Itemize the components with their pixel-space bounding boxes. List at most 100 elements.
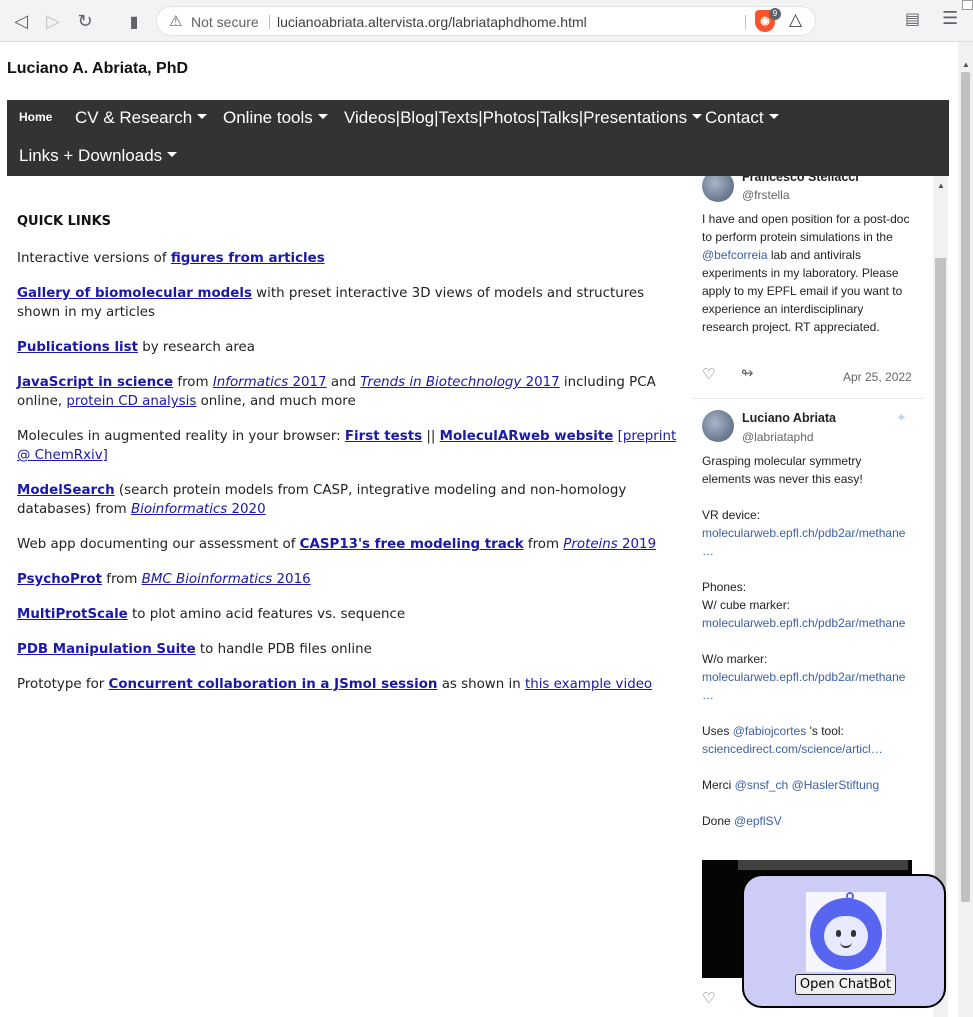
url-text[interactable]: lucianoabriata.altervista.org/labriataph…: [277, 14, 587, 30]
nav-label: Videos|Blog|Texts|Photos|Talks|Presentat…: [344, 108, 688, 127]
publications-link[interactable]: Publications list: [17, 340, 138, 355]
figures-link[interactable]: figures from articles: [171, 251, 325, 266]
ellipsis: …: [702, 688, 714, 702]
mention-link[interactable]: @HaslerStiftung: [792, 778, 880, 792]
back-icon[interactable]: ◁: [8, 8, 34, 34]
tweet-line: to perform protein simulations in the: [702, 230, 893, 244]
address-bar[interactable]: ⚠ Not secure lucianoabriata.altervista.o…: [156, 6, 816, 36]
nav-label: Contact: [705, 108, 764, 127]
year: 2017: [521, 375, 560, 390]
nav-home[interactable]: Home: [19, 110, 52, 124]
paragraph-jsmol: Prototype for Concurrent collaboration i…: [17, 675, 689, 694]
robot-mouth: [840, 942, 852, 948]
open-chatbot-button[interactable]: Open ChatBot: [795, 974, 896, 995]
brave-rewards-icon[interactable]: △: [789, 10, 802, 30]
first-tests-link[interactable]: First tests: [345, 429, 422, 444]
window-edge: [962, 0, 973, 10]
bmc-link[interactable]: BMC Bioinformatics 2016: [142, 572, 311, 587]
tweet-line: experiments in my laboratory. Please: [702, 266, 899, 280]
tweet-link[interactable]: sciencedirect.com/science/articl…: [702, 740, 917, 758]
text: Uses: [702, 724, 733, 738]
separator: [269, 15, 270, 29]
javascript-link[interactable]: JavaScript in science: [17, 375, 173, 390]
pdb-suite-link[interactable]: PDB Manipulation Suite: [17, 642, 196, 657]
site-title: Luciano A. Abriata, PhD: [7, 60, 189, 77]
nav-media[interactable]: Videos|Blog|Texts|Photos|Talks|Presentat…: [344, 108, 703, 128]
bioinformatics-link[interactable]: Bioinformatics 2020: [131, 502, 266, 517]
like-icon[interactable]: ♡: [702, 365, 715, 383]
tweet-author-handle[interactable]: @frstella: [742, 188, 790, 202]
text: Interactive versions of: [17, 251, 171, 266]
journal-name: Trends in Biotechnology: [360, 375, 522, 390]
menu-icon[interactable]: ☰: [942, 8, 958, 29]
tweet-date[interactable]: Apr 25, 2022: [843, 370, 912, 384]
text: to handle PDB files online: [195, 642, 372, 657]
forward-icon[interactable]: ▷: [40, 8, 66, 34]
tweet-line: apply to my EPFL email if you want to: [702, 284, 903, 298]
casp13-link[interactable]: CASP13's free modeling track: [300, 537, 524, 552]
mention-link[interactable]: @snsf_ch: [735, 778, 789, 792]
avatar[interactable]: [702, 410, 734, 442]
informatics-link[interactable]: Informatics 2017: [213, 375, 327, 390]
modelsearch-link[interactable]: ModelSearch: [17, 483, 115, 498]
shields-count-badge: 9: [769, 8, 781, 20]
mention-link[interactable]: @epflSV: [734, 814, 782, 828]
scrollbar-thumb[interactable]: [935, 258, 946, 938]
robot-eye: [836, 930, 841, 937]
like-icon[interactable]: ♡: [702, 989, 715, 1007]
scroll-up-icon[interactable]: ▲: [962, 60, 970, 69]
cd-analysis-link[interactable]: protein CD analysis: [66, 394, 196, 409]
text: by research area: [138, 340, 255, 355]
nav-contact[interactable]: Contact: [705, 108, 779, 128]
text: as shown in: [437, 677, 525, 692]
jsmol-link[interactable]: Concurrent collaboration in a JSmol sess…: [109, 677, 438, 692]
paragraph-psychoprot: PsychoProt from BMC Bioinformatics 2016: [17, 570, 689, 589]
tweet-line: Phones:: [702, 580, 747, 594]
tweet-line: experience an interdisciplinary: [702, 302, 864, 316]
tweet-line: Done @epflSV: [702, 812, 917, 830]
trends-link[interactable]: Trends in Biotechnology 2017: [360, 375, 559, 390]
chatbot-robot-icon: [806, 892, 886, 972]
example-video-link[interactable]: this example video: [525, 677, 652, 692]
caret-down-icon: [692, 114, 703, 120]
proteins-link[interactable]: Proteins 2019: [563, 537, 656, 552]
nav-links-downloads[interactable]: Links + Downloads: [19, 146, 178, 166]
warning-icon: ⚠: [169, 12, 183, 30]
browser-toolbar: ◁ ▷ ↻ ▮ ⚠ Not secure lucianoabriata.alte…: [0, 0, 973, 42]
bookmark-icon[interactable]: ▮: [121, 8, 147, 34]
text: Molecules in augmented reality in your b…: [17, 429, 345, 444]
mention-link[interactable]: @fabiojcortes: [733, 724, 807, 738]
molecularweb-link[interactable]: MoleculARweb website: [440, 429, 614, 444]
chatbot-widget: Open ChatBot: [742, 874, 946, 1008]
quick-links-heading: QUICK LINKS: [17, 214, 112, 229]
paragraph-pdb-suite: PDB Manipulation Suite to handle PDB fil…: [17, 640, 689, 659]
tweet-link[interactable]: molecularweb.epfl.ch/pdb2ar/methane: [702, 614, 917, 632]
text: 's tool:: [806, 724, 844, 738]
scrollbar-thumb[interactable]: [961, 72, 970, 902]
mention-link[interactable]: @befcorreia: [702, 248, 768, 262]
tweet-author-handle[interactable]: @labriataphd: [742, 430, 814, 444]
nav-label: CV & Research: [75, 108, 193, 127]
share-icon[interactable]: ↬: [741, 364, 754, 382]
year: 2019: [617, 537, 657, 552]
caret-down-icon: [317, 114, 328, 120]
gallery-link[interactable]: Gallery of biomolecular models: [17, 286, 252, 301]
multiprotscale-link[interactable]: MultiProtScale: [17, 607, 128, 622]
page-scrollbar[interactable]: ▲: [958, 42, 973, 1017]
twitter-bird-icon[interactable]: ✦: [896, 410, 907, 426]
tweet-author-name[interactable]: Luciano Abriata: [742, 411, 836, 425]
avatar[interactable]: [702, 176, 734, 202]
tweet-line: Uses @fabiojcortes 's tool:: [702, 722, 917, 740]
nav-online-tools[interactable]: Online tools: [223, 108, 328, 128]
psychoprot-link[interactable]: PsychoProt: [17, 572, 102, 587]
scroll-up-icon[interactable]: ▲: [937, 181, 945, 190]
wallet-icon[interactable]: ▤: [905, 9, 920, 28]
reload-icon[interactable]: ↻: [72, 8, 98, 34]
tweet-author-name[interactable]: Francesco Stellacci: [742, 176, 859, 184]
text: and: [326, 375, 361, 390]
tweet-link[interactable]: molecularweb.epfl.ch/pdb2ar/methane: [702, 668, 917, 686]
paragraph-gallery: Gallery of biomolecular models with pres…: [17, 284, 689, 322]
nav-cv-research[interactable]: CV & Research: [75, 108, 208, 128]
tweet-line: @befcorreia lab and antivirals: [702, 246, 917, 264]
tweet-link[interactable]: molecularweb.epfl.ch/pdb2ar/methane: [702, 524, 917, 542]
